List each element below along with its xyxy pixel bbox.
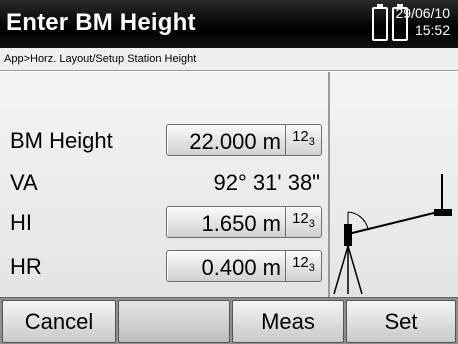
hr-label: HR [10, 254, 42, 279]
date-text: 29/06/10 [395, 5, 451, 21]
breadcrumb: App>Horz. Layout/Setup Station Height [0, 48, 458, 71]
softkey-bar: Cancel Meas Set [0, 297, 458, 344]
hi-label: HI [10, 210, 32, 235]
numeric-keypad-icon[interactable]: 123 [285, 251, 321, 281]
hr-input[interactable]: 0.400 m 123 [166, 250, 322, 282]
bm-height-value: 22.000 m [189, 129, 281, 154]
bm-height-input[interactable]: 22.000 m 123 [166, 124, 322, 156]
page-title: Enter BM Height [6, 9, 196, 36]
clock: 29/06/10 15:52 [396, 5, 451, 39]
cancel-button[interactable]: Cancel [2, 300, 116, 343]
battery-icon [372, 4, 388, 41]
va-label: VA [10, 170, 38, 195]
hr-value: 0.400 m [201, 255, 282, 280]
va-value: 92° 31' 38" [213, 170, 320, 195]
hi-row: HI 1.650 m 123 [0, 206, 328, 240]
bm-height-row: BM Height 22.000 m 123 [0, 124, 328, 158]
va-row: VA 92° 31' 38" [0, 166, 328, 200]
numeric-keypad-icon[interactable]: 123 [285, 125, 321, 155]
time-text: 15:52 [414, 22, 450, 38]
title-bar: Enter BM Height 29/06/10 15:52 [0, 0, 458, 48]
numeric-keypad-icon[interactable]: 123 [285, 207, 321, 237]
meas-button[interactable]: Meas [232, 300, 344, 343]
hi-input[interactable]: 1.650 m 123 [166, 206, 322, 238]
hr-row: HR 0.400 m 123 [0, 250, 328, 284]
set-button[interactable]: Set [346, 300, 456, 343]
main-content: BM Height 22.000 m 123 VA 92° 31' 38" HI… [0, 72, 458, 297]
empty-softkey [118, 300, 230, 343]
bm-height-label: BM Height [10, 128, 113, 153]
tripod-target-diagram-icon [333, 174, 452, 295]
hi-value: 1.650 m [201, 211, 282, 236]
